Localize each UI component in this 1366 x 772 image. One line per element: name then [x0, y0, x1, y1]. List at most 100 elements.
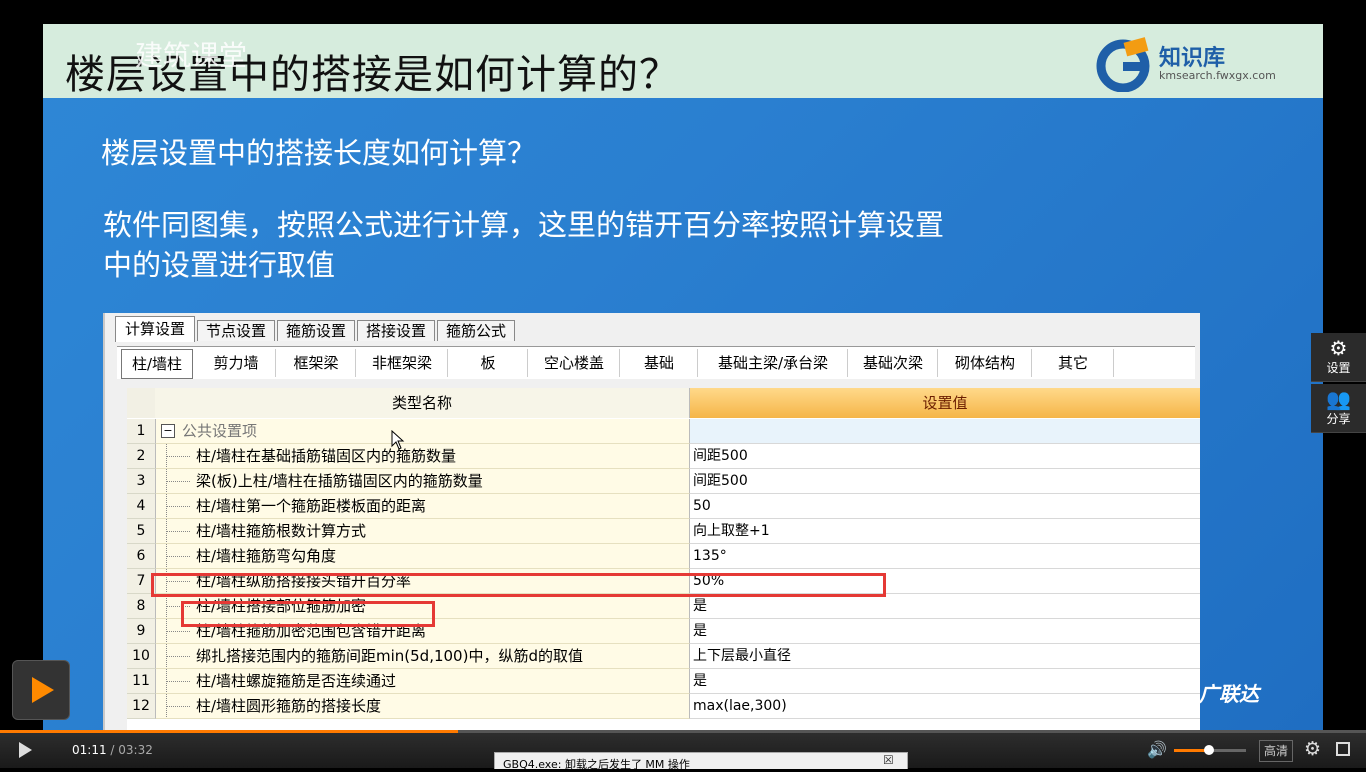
row-setting-value[interactable]: 是 [690, 594, 1200, 619]
subtab-column[interactable]: 柱/墙柱 [121, 349, 193, 379]
tab-calculation-settings[interactable]: 计算设置 [115, 316, 195, 342]
row-number: 9 [127, 619, 156, 644]
row-type-name[interactable]: 柱/墙柱箍筋弯勾角度 [156, 544, 690, 569]
row-setting-value[interactable]: 50 [690, 494, 1200, 519]
row-number: 12 [127, 694, 156, 719]
time-display: 01:11 / 03:32 [72, 743, 153, 757]
row-number: 8 [127, 594, 156, 619]
side-settings-button[interactable]: ⚙ 设置 [1311, 333, 1366, 382]
mouse-cursor-icon [391, 430, 405, 450]
duration: / 03:32 [110, 743, 153, 757]
tab-lap-settings[interactable]: 搭接设置 [357, 320, 435, 341]
row-setting-value[interactable] [690, 419, 1200, 444]
highlight-box-value [151, 573, 886, 597]
row-type-name[interactable]: 绑扎搭接范围内的箍筋间距min(5d,100)中，纵筋d的取值 [156, 644, 690, 669]
table-row[interactable]: 10 绑扎搭接范围内的箍筋间距min(5d,100)中，纵筋d的取值 上下层最小直径 [127, 644, 1200, 669]
row-number: 6 [127, 544, 156, 569]
row-name-text: 柱/墙柱圆形箍筋的搭接长度 [196, 697, 382, 715]
side-share-label: 分享 [1326, 412, 1351, 426]
taskbar-notification[interactable]: GBQ4.exe: 卸载之后发生了 MM 操作 ☒ [494, 752, 908, 771]
main-tab-bar: 计算设置 节点设置 箍筋设置 搭接设置 箍筋公式 [105, 313, 1200, 342]
row-name-text: 公共设置项 [182, 422, 258, 440]
row-number: 2 [127, 444, 156, 469]
volume-handle[interactable] [1203, 745, 1214, 755]
tree-branch [166, 681, 190, 683]
subtab-masonry[interactable]: 砌体结构 [939, 349, 1032, 377]
table-row[interactable]: 12 柱/墙柱圆形箍筋的搭接长度 max(lae,300) [127, 694, 1200, 719]
current-time: 01:11 [72, 743, 107, 757]
player-settings-icon[interactable]: ⚙ [1304, 738, 1321, 760]
tab-stirrup-formula[interactable]: 箍筋公式 [437, 320, 515, 341]
row-number: 11 [127, 669, 156, 694]
row-name-text: 柱/墙柱在基础插筋锚固区内的箍筋数量 [196, 447, 457, 465]
row-name-text: 绑扎搭接范围内的箍筋间距min(5d,100)中，纵筋d的取值 [196, 647, 583, 665]
row-type-name[interactable]: − 公共设置项 [156, 419, 690, 444]
table-row[interactable]: 3 梁(板)上柱/墙柱在插筋锚固区内的箍筋数量 间距500 [127, 469, 1200, 494]
row-setting-value[interactable]: 向上取整+1 [690, 519, 1200, 544]
subtab-foundation-secondary-beam[interactable]: 基础次梁 [849, 349, 938, 377]
row-type-name[interactable]: 柱/墙柱箍筋根数计算方式 [156, 519, 690, 544]
component-tab-bar: 柱/墙柱 剪力墙 框架梁 非框架梁 板 空心楼盖 基础 基础主梁/承台梁 基础次… [117, 346, 1195, 379]
row-number: 10 [127, 644, 156, 669]
gear-icon: ⚙ [1329, 336, 1348, 360]
collapse-icon[interactable]: − [161, 424, 175, 438]
quality-selector[interactable]: 高清 [1259, 740, 1293, 762]
subtab-slab[interactable]: 板 [449, 349, 528, 377]
table-row[interactable]: 2 柱/墙柱在基础插筋锚固区内的箍筋数量 间距500 [127, 444, 1200, 469]
calculation-settings-dialog: 计算设置 节点设置 箍筋设置 搭接设置 箍筋公式 柱/墙柱 剪力墙 框架梁 非框… [103, 313, 1200, 730]
logo-icon [1096, 37, 1150, 92]
header-type-name[interactable]: 类型名称 [155, 388, 690, 418]
fullscreen-icon[interactable] [1336, 742, 1350, 756]
big-play-button[interactable] [12, 660, 70, 720]
row-setting-value[interactable]: 是 [690, 669, 1200, 694]
users-icon: 👥 [1326, 387, 1351, 411]
volume-icon[interactable]: 🔊 [1147, 740, 1167, 759]
row-type-name[interactable]: 柱/墙柱在基础插筋锚固区内的箍筋数量 [156, 444, 690, 469]
row-type-name[interactable]: 柱/墙柱第一个箍筋距楼板面的距离 [156, 494, 690, 519]
row-setting-value[interactable]: 间距500 [690, 444, 1200, 469]
table-row[interactable]: 5 柱/墙柱箍筋根数计算方式 向上取整+1 [127, 519, 1200, 544]
row-type-name[interactable]: 柱/墙柱圆形箍筋的搭接长度 [156, 694, 690, 719]
row-name-text: 柱/墙柱第一个箍筋距楼板面的距离 [196, 497, 427, 515]
tree-branch [166, 531, 190, 533]
subtab-foundation-main-beam[interactable]: 基础主梁/承台梁 [699, 349, 848, 377]
subtab-shear-wall[interactable]: 剪力墙 [197, 349, 276, 377]
play-pause-button[interactable] [19, 742, 32, 758]
row-number: 1 [127, 419, 156, 444]
subtab-non-frame-beam[interactable]: 非框架梁 [357, 349, 448, 377]
tree-branch [166, 556, 190, 558]
header-setting-value[interactable]: 设置值 [690, 388, 1200, 418]
side-settings-label: 设置 [1326, 361, 1351, 375]
subtab-frame-beam[interactable]: 框架梁 [277, 349, 356, 377]
row-setting-value[interactable]: 135° [690, 544, 1200, 569]
row-setting-value[interactable]: 是 [690, 619, 1200, 644]
tree-branch [166, 631, 190, 633]
close-icon[interactable]: ☒ [883, 753, 894, 767]
row-type-name[interactable]: 柱/墙柱螺旋箍筋是否连续通过 [156, 669, 690, 694]
tab-stirrup-settings[interactable]: 箍筋设置 [277, 320, 355, 341]
table-row[interactable]: 4 柱/墙柱第一个箍筋距楼板面的距离 50 [127, 494, 1200, 519]
subtab-hollow-floor[interactable]: 空心楼盖 [529, 349, 620, 377]
volume-slider[interactable] [1174, 745, 1246, 755]
play-icon [32, 677, 54, 703]
header-row-number [127, 388, 156, 418]
slide-answer-line-1: 软件同图集，按照公式进行计算，这里的错开百分率按照计算设置 [103, 208, 945, 242]
tab-node-settings[interactable]: 节点设置 [197, 320, 275, 341]
subtab-other[interactable]: 其它 [1033, 349, 1114, 377]
video-frame[interactable]: 楼层设置中的搭接是如何计算的？ 建筑课堂 知识库 kmsearch.fwxgx.… [43, 24, 1323, 730]
logo-name: 知识库 [1159, 46, 1226, 71]
row-name-text: 柱/墙柱螺旋箍筋是否连续通过 [196, 672, 397, 690]
table-row[interactable]: 11 柱/墙柱螺旋箍筋是否连续通过 是 [127, 669, 1200, 694]
row-number: 3 [127, 469, 156, 494]
side-share-button[interactable]: 👥 分享 [1311, 384, 1366, 433]
table-row[interactable]: 1− 公共设置项 [127, 419, 1200, 444]
notification-message: GBQ4.exe: 卸载之后发生了 MM 操作 [503, 758, 690, 771]
tree-branch [166, 506, 190, 508]
row-setting-value[interactable]: 间距500 [690, 469, 1200, 494]
row-type-name[interactable]: 梁(板)上柱/墙柱在插筋锚固区内的箍筋数量 [156, 469, 690, 494]
table-row[interactable]: 6 柱/墙柱箍筋弯勾角度 135° [127, 544, 1200, 569]
subtab-foundation[interactable]: 基础 [621, 349, 698, 377]
slide-question: 楼层设置中的搭接长度如何计算？ [101, 136, 537, 170]
row-setting-value[interactable]: max(lae,300) [690, 694, 1200, 719]
row-setting-value[interactable]: 上下层最小直径 [690, 644, 1200, 669]
